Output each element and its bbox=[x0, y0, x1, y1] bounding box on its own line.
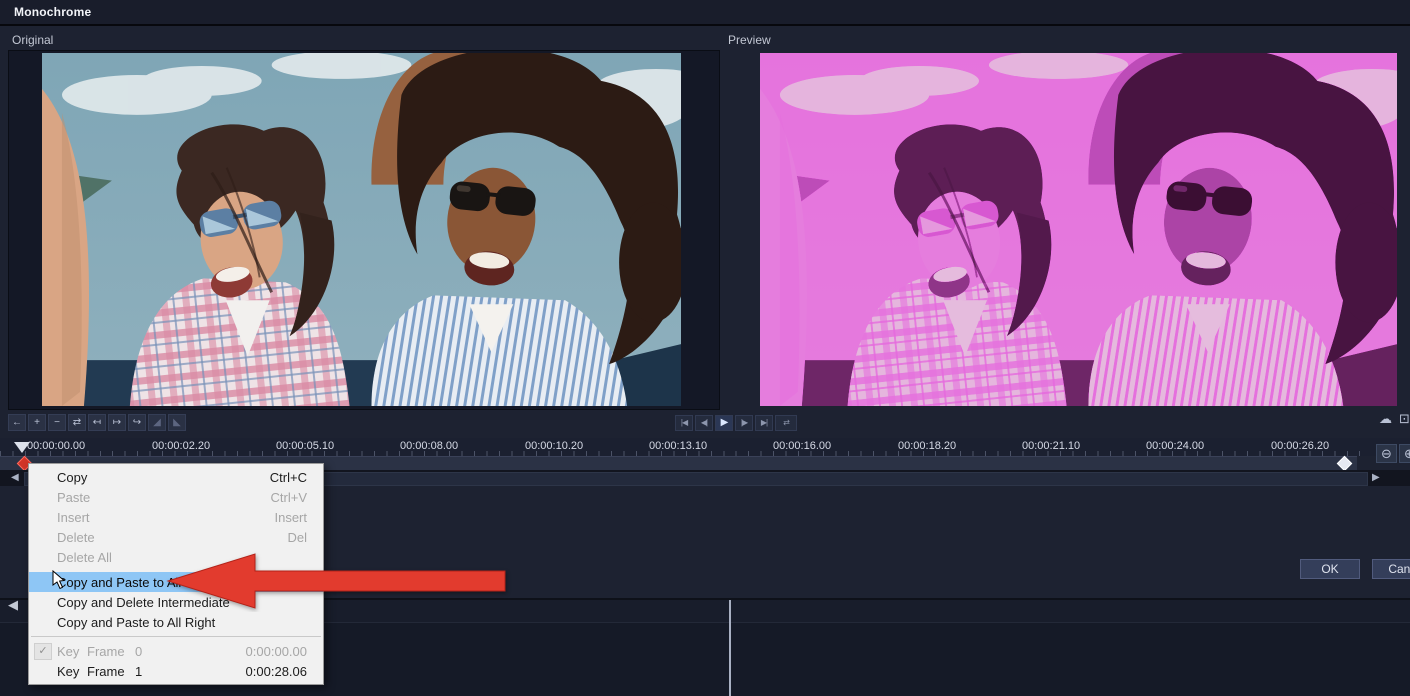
menu-label: Delete All bbox=[57, 549, 112, 565]
menu-label: Insert bbox=[57, 509, 90, 525]
cloud-icon: ☁ bbox=[1379, 411, 1392, 426]
original-panel-label: Original bbox=[12, 33, 54, 47]
fade-out-button[interactable]: ◣ bbox=[168, 414, 186, 431]
play-button[interactable]: ▶ bbox=[715, 415, 733, 431]
cancel-button[interactable]: Cancel bbox=[1372, 559, 1410, 579]
reverse-keyframes-button[interactable]: ⇄ bbox=[68, 414, 86, 431]
add-keyframe-icon: + bbox=[34, 417, 40, 428]
menu-item-delete-all[interactable]: Delete All bbox=[29, 547, 323, 567]
timeline-zoom-in-button[interactable]: ⊕ bbox=[1399, 444, 1410, 463]
menu-label: Copy bbox=[57, 469, 88, 485]
loop-playback-button[interactable]: ⇄ bbox=[775, 415, 797, 431]
menu-item-copy[interactable]: Copy Ctrl+C bbox=[29, 467, 323, 487]
timeline-zoom-out-button[interactable]: ⊖ bbox=[1376, 444, 1397, 463]
go-to-start-icon: |◀ bbox=[680, 418, 688, 427]
fade-in-icon: ◢ bbox=[153, 417, 161, 428]
playback-controls: |◀ ◀| ▶ |▶ ▶| ⇄ bbox=[675, 415, 797, 431]
keyframe-context-menu: Copy Ctrl+C Paste Ctrl+V Insert Insert D… bbox=[28, 463, 324, 685]
menu-item-copy-and-paste-to-all[interactable]: Copy and Paste to All bbox=[29, 572, 323, 592]
next-frame-icon: |▶ bbox=[740, 418, 748, 427]
reverse-keyframes-icon: ⇄ bbox=[72, 417, 82, 428]
remove-keyframe-icon: − bbox=[54, 417, 60, 428]
scroll-left-arrow-icon[interactable]: ◀ bbox=[11, 470, 19, 486]
menu-shortcut: Ctrl+C bbox=[269, 469, 307, 485]
keyframe-index: 0 bbox=[135, 643, 143, 659]
dialog-title: Monochrome bbox=[14, 5, 92, 19]
menu-label: Copy and Delete Intermediate bbox=[57, 594, 230, 610]
previous-frame-button[interactable]: ◀| bbox=[695, 415, 713, 431]
cancel-label: Cancel bbox=[1388, 562, 1410, 576]
play-icon: ▶ bbox=[720, 417, 729, 428]
keyframe-frame-label: Frame bbox=[87, 663, 125, 679]
menu-label: Copy and Paste to All Right bbox=[57, 614, 216, 630]
menu-label: Paste bbox=[57, 489, 91, 505]
cloud-button[interactable]: ☁ bbox=[1377, 411, 1394, 427]
keyframe-key-label: Key bbox=[57, 643, 80, 659]
menu-shortcut: Del bbox=[287, 529, 307, 545]
add-keyframe-button[interactable]: + bbox=[28, 414, 46, 431]
ok-button[interactable]: OK bbox=[1300, 559, 1360, 579]
menu-item-copy-and-paste-to-all-right[interactable]: Copy and Paste to All Right bbox=[29, 612, 323, 632]
preview-panel-label: Preview bbox=[728, 33, 771, 47]
scroll-right-arrow-icon[interactable]: ▶ bbox=[1372, 470, 1380, 486]
menu-shortcut: Insert bbox=[274, 509, 307, 525]
fade-in-button[interactable]: ◢ bbox=[148, 414, 166, 431]
go-to-end-icon: ▶| bbox=[760, 418, 768, 427]
previous-frame-icon: ◀| bbox=[700, 418, 708, 427]
keyframe-time: 0:00:00.00 bbox=[245, 643, 307, 659]
move-keyframe-left-button[interactable]: ↤ bbox=[88, 414, 106, 431]
checkmark-icon: ✓ bbox=[34, 643, 52, 660]
remove-keyframe-button[interactable]: − bbox=[48, 414, 66, 431]
track-scroll-left-icon[interactable]: ◀ bbox=[8, 597, 18, 613]
fade-out-icon: ◣ bbox=[173, 417, 181, 428]
playhead-marker[interactable] bbox=[14, 442, 30, 453]
ok-label: OK bbox=[1321, 562, 1339, 576]
next-keyframe-icon: ↪ bbox=[132, 417, 142, 428]
move-keyframe-right-button[interactable]: ↦ bbox=[108, 414, 126, 431]
menu-item-keyframe-0[interactable]: ✓ Key Frame 0 0:00:00.00 bbox=[29, 641, 323, 661]
boat-friends-photo bbox=[42, 53, 681, 406]
menu-item-insert[interactable]: Insert Insert bbox=[29, 507, 323, 527]
menu-label: Copy and Paste to All bbox=[57, 574, 182, 590]
go-next-keyframe-button[interactable]: ↪ bbox=[128, 414, 146, 431]
next-frame-button[interactable]: |▶ bbox=[735, 415, 753, 431]
menu-item-paste[interactable]: Paste Ctrl+V bbox=[29, 487, 323, 507]
menu-item-delete[interactable]: Delete Del bbox=[29, 527, 323, 547]
boat-friends-photo bbox=[760, 53, 1397, 406]
zoom-out-icon: ⊖ bbox=[1381, 446, 1392, 461]
go-previous-keyframe-button[interactable]: ← bbox=[8, 414, 26, 431]
enlarge-preview-button[interactable]: ⊡ bbox=[1396, 411, 1410, 427]
move-right-icon: ↦ bbox=[112, 417, 122, 428]
keyframe-index: 1 bbox=[135, 663, 143, 679]
menu-separator bbox=[31, 636, 321, 637]
go-to-start-button[interactable]: |◀ bbox=[675, 415, 693, 431]
keyframe-toolbar: ← + − ⇄ ↤ ↦ ↪ ◢ ◣ bbox=[8, 414, 186, 431]
original-video-preview bbox=[42, 53, 681, 406]
monochrome-filter-dialog: Monochrome Original Preview ← + − ⇄ ↤ ↦ … bbox=[0, 0, 1410, 696]
keyframe-key-label: Key bbox=[57, 663, 80, 679]
bottom-playhead-line bbox=[729, 600, 731, 696]
menu-item-keyframe-1[interactable]: Key Frame 1 0:00:28.06 bbox=[29, 661, 323, 681]
move-left-icon: ↤ bbox=[92, 417, 102, 428]
menu-shortcut: Ctrl+V bbox=[270, 489, 307, 505]
preview-video-monochrome bbox=[760, 53, 1397, 406]
enlarge-preview-icon: ⊡ bbox=[1399, 411, 1410, 426]
loop-icon: ⇄ bbox=[783, 418, 790, 427]
go-to-end-button[interactable]: ▶| bbox=[755, 415, 773, 431]
title-bar: Monochrome bbox=[0, 0, 1410, 26]
menu-label: Delete bbox=[57, 529, 95, 545]
zoom-in-icon: ⊕ bbox=[1404, 446, 1410, 461]
keyframe-frame-label: Frame bbox=[87, 643, 125, 659]
menu-item-copy-and-delete-intermediate[interactable]: Copy and Delete Intermediate bbox=[29, 592, 323, 612]
previous-keyframe-icon: ← bbox=[12, 417, 22, 428]
keyframe-time: 0:00:28.06 bbox=[245, 663, 307, 679]
